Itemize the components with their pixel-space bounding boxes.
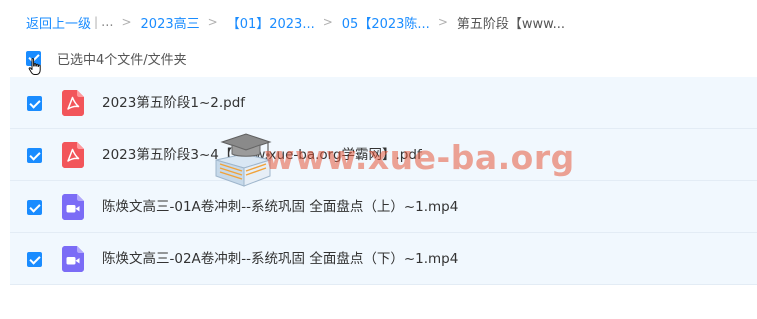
breadcrumb-item-2023-senior[interactable]: 2023高三 [141, 13, 200, 32]
hand-cursor-icon [28, 58, 41, 75]
file-row[interactable]: 陈焕文高三-01A卷冲刺--系统巩固 全面盘点（上）~1.mp4 [10, 181, 757, 233]
row-checkbox[interactable] [27, 148, 42, 163]
breadcrumb-item-05[interactable]: 05【2023陈... [342, 13, 430, 32]
selection-header: 已选中4个文件/文件夹 [26, 49, 187, 68]
file-row[interactable]: 陈焕文高三-02A卷冲刺--系统巩固 全面盘点（下）~1.mp4 [10, 233, 757, 285]
file-browser-page: 返回上一级 | ... > 2023高三 > 【01】2023... > 05【… [0, 0, 757, 319]
file-name[interactable]: 2023第五阶段1~2.pdf [102, 77, 245, 129]
pdf-file-icon [62, 142, 84, 168]
file-row[interactable]: 2023第五阶段1~2.pdf [10, 77, 757, 129]
file-list: 2023第五阶段1~2.pdf 2023第五阶段3~4【www.xue-ba.o… [10, 77, 757, 315]
list-empty-space [10, 285, 757, 315]
chevron-right-icon: > [207, 15, 218, 29]
pdf-file-icon [62, 90, 84, 116]
selection-count-label: 已选中4个文件/文件夹 [57, 52, 187, 68]
breadcrumb-item-01[interactable]: 【01】2023... [227, 13, 315, 32]
row-checkbox[interactable] [27, 200, 42, 215]
breadcrumb-pipe: | [94, 15, 99, 29]
video-file-icon [62, 194, 84, 220]
file-row[interactable]: 2023第五阶段3~4【www.xue-ba.org学霸网】.pdf [10, 129, 757, 181]
file-name[interactable]: 陈焕文高三-02A卷冲刺--系统巩固 全面盘点（下）~1.mp4 [102, 233, 458, 285]
breadcrumb: 返回上一级 | ... > 2023高三 > 【01】2023... > 05【… [26, 12, 565, 32]
breadcrumb-current: 第五阶段【www... [456, 16, 565, 32]
chevron-right-icon: > [322, 15, 333, 29]
back-link[interactable]: 返回上一级 [26, 13, 91, 32]
file-name[interactable]: 2023第五阶段3~4【www.xue-ba.org学霸网】.pdf [102, 129, 422, 181]
video-file-icon [62, 246, 84, 272]
row-checkbox[interactable] [27, 252, 42, 267]
file-name[interactable]: 陈焕文高三-01A卷冲刺--系统巩固 全面盘点（上）~1.mp4 [102, 181, 458, 233]
row-checkbox[interactable] [27, 96, 42, 111]
chevron-right-icon: > [121, 15, 132, 29]
chevron-right-icon: > [437, 15, 448, 29]
breadcrumb-ellipsis[interactable]: ... [101, 15, 113, 30]
